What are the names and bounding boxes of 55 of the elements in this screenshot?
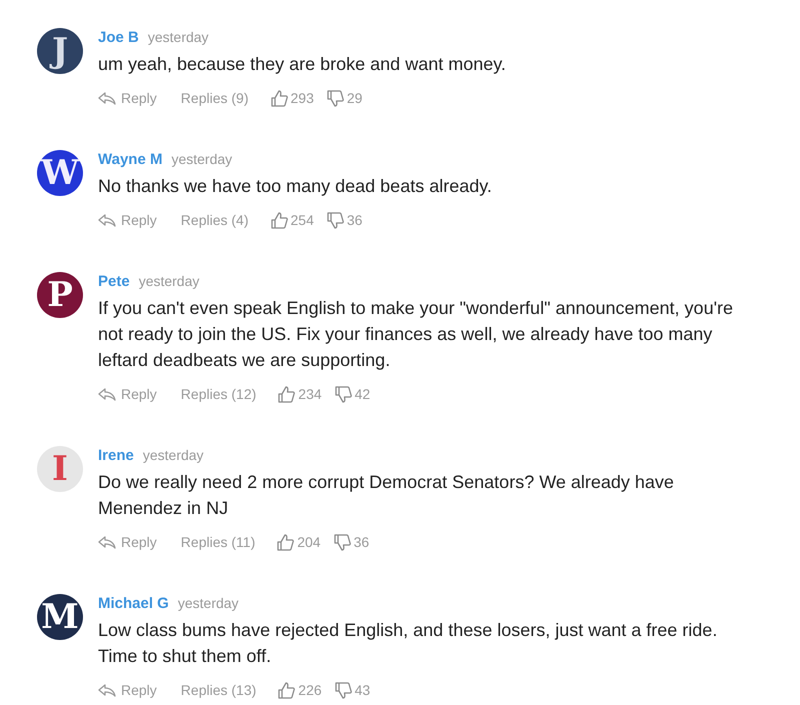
reply-icon [98,684,116,696]
thumbs-down-icon [334,534,351,550]
thumbs-down-icon [334,386,352,402]
thumbs-down-icon [334,682,352,698]
dislike-button[interactable]: 29 [326,88,362,108]
reply-button[interactable]: Reply [98,88,157,108]
avatar-letter: J [52,34,68,68]
avatar-letter: P [47,278,73,312]
like-button[interactable]: 204 [277,532,321,552]
thumbs-up-icon [278,682,296,698]
author-name[interactable]: Irene [98,445,134,468]
author-name[interactable]: Wayne M [98,149,162,172]
dislike-button[interactable]: 36 [326,210,362,230]
avatar-letter: M [41,600,79,634]
author-name[interactable]: Joe B [98,27,139,50]
like-button[interactable]: 254 [270,210,314,230]
comment-text: No thanks we have too many dead beats already. [98,175,493,198]
reply-icon [98,388,116,400]
author-name[interactable]: Pete [98,271,130,294]
comment-time: yesterday [148,28,209,47]
replies-button[interactable]: Replies (11) [180,532,256,552]
reply-icon [98,536,116,548]
comment-time: yesterday [171,150,232,169]
dislike-button[interactable]: 43 [334,680,370,700]
thumbs-up-icon [270,212,288,228]
replies-button[interactable]: Replies (13) [180,680,256,700]
reply-icon [98,92,116,104]
comment-text: If you can't even speak English to make your "wonderful" announcement, you're not ready to join the US. Fix your finances as well, we already have too many leftard deadbeats we are supporting. [98,297,734,372]
reply-button[interactable]: Reply [98,384,157,404]
comment-time: yesterday [178,594,239,613]
avatar-letter: W [40,156,80,190]
dislike-button[interactable]: 36 [334,532,370,552]
reply-button[interactable]: Reply [98,680,157,700]
comment-time: yesterday [138,272,200,291]
like-button[interactable]: 234 [278,384,322,404]
thumbs-down-icon [326,212,344,228]
thumbs-up-icon [270,90,288,106]
reply-button[interactable]: Reply [98,210,157,230]
comment-text: Do we really need 2 more corrupt Democrat Senators? We already have Menendez in NJ [98,471,675,520]
reply-button[interactable]: Reply [98,532,157,552]
replies-button[interactable]: Replies (9) [180,88,248,108]
like-button[interactable]: 293 [270,88,314,108]
author-name[interactable]: Michael G [98,593,169,616]
comment-time: yesterday [142,446,204,465]
dislike-button[interactable]: 42 [334,384,370,404]
comment-text: Low class bums have rejected English, and these losers, just want a free ride. Time to shut them off. [98,619,718,668]
replies-button[interactable]: Replies (4) [180,210,248,230]
reply-icon [98,214,116,226]
avatar-letter: I [52,452,68,486]
thumbs-down-icon [326,90,344,106]
comment-text: um yeah, because they are broke and want money. [98,53,507,76]
like-button[interactable]: 226 [278,680,322,700]
thumbs-up-icon [277,534,294,550]
thumbs-up-icon [278,386,296,402]
replies-button[interactable]: Replies (12) [180,384,256,404]
